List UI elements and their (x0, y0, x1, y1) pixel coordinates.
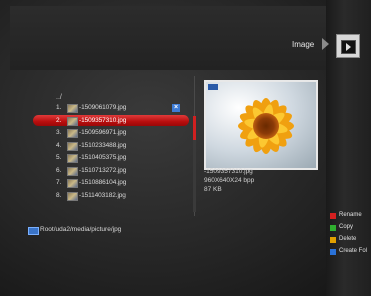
color-key-label: Delete (339, 236, 357, 242)
file-row[interactable]: 7. -1510886104.jpg (40, 177, 190, 188)
file-number: 8. (56, 191, 62, 199)
file-number: 5. (56, 154, 62, 161)
image-file-icon (67, 141, 78, 151)
image-file-icon (67, 154, 78, 163)
file-number: 7. (56, 179, 62, 186)
color-key-label: Create Fol (339, 248, 368, 254)
play-icon (346, 43, 351, 51)
image-file-icon (67, 179, 78, 188)
image-app-icon[interactable] (336, 34, 360, 58)
parent-directory[interactable]: ../ (56, 94, 62, 101)
file-name: -1510886104.jpg (79, 179, 127, 186)
page-title: Image (292, 40, 315, 49)
color-key-label: Rename (339, 212, 362, 218)
file-number: 2. (56, 116, 62, 124)
image-file-icon (67, 191, 78, 201)
preview-dimensions: 960X640X24 bpp (204, 177, 255, 184)
image-file-icon (67, 104, 78, 113)
file-number: 3. (56, 129, 62, 136)
file-row[interactable]: 3. -1509596971.jpg (40, 127, 190, 138)
file-name: -1510233488.jpg (79, 141, 127, 149)
file-number: 6. (56, 166, 62, 174)
image-preview (204, 80, 318, 170)
file-row[interactable]: 8. -1511403182.jpg (40, 190, 190, 201)
sunflower-thumbnail (206, 82, 316, 168)
color-swatch-icon (330, 237, 336, 243)
jpg-badge (208, 84, 218, 90)
file-row[interactable]: 6. -1510713272.jpg (40, 165, 190, 176)
color-swatch-icon (330, 225, 336, 231)
scrollbar-thumb[interactable] (193, 116, 196, 140)
file-number: 4. (56, 141, 62, 149)
title-arrow-icon (322, 38, 329, 50)
file-row[interactable]: 1. -1509061079.jpg (40, 102, 190, 113)
file-name: -1509357310.jpg (79, 116, 127, 124)
preview-file-name: -1509357310.jpg (204, 168, 253, 175)
image-file-icon (67, 166, 78, 176)
folder-path-icon (28, 227, 39, 235)
current-path: Root/uda2/media/picture/jpg (40, 226, 122, 233)
file-name: -1511403182.jpg (79, 191, 126, 199)
file-row[interactable]: 5. -1510405375.jpg (40, 152, 190, 163)
file-name: -1510713272.jpg (79, 166, 127, 174)
file-name: -1509596971.jpg (79, 129, 127, 136)
file-row[interactable]: 4. -1510233488.jpg (40, 140, 190, 151)
image-file-icon (67, 129, 78, 138)
image-file-icon (67, 116, 78, 126)
color-key-label: Copy (339, 224, 354, 230)
header-bar (10, 6, 330, 70)
file-row[interactable]: 2. -1509357310.jpg (33, 114, 189, 126)
mark-icon: × (172, 104, 180, 112)
color-swatch-icon (330, 249, 336, 255)
file-number: 1. (56, 104, 62, 111)
file-name: -1510405375.jpg (79, 154, 127, 161)
color-swatch-icon (330, 213, 336, 219)
preview-file-size: 87 KB (204, 186, 222, 193)
file-name: -1509061079.jpg (79, 104, 127, 111)
